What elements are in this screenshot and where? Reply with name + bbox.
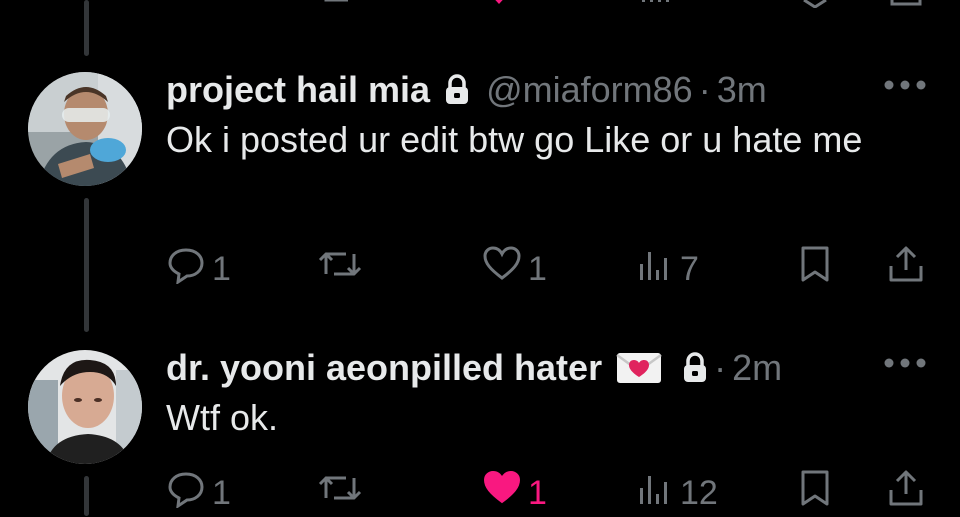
views-icon — [638, 468, 674, 517]
retweet-button[interactable] — [316, 244, 370, 293]
reply-icon — [166, 468, 206, 517]
views-button[interactable]: 12 — [638, 468, 718, 517]
separator-dot: · — [714, 347, 727, 388]
more-icon[interactable] — [882, 78, 928, 92]
bookmark-icon[interactable] — [800, 0, 830, 13]
like-count: 1 — [528, 249, 547, 288]
tweet[interactable]: project hail mia @miaform86 · 3m Ok i po… — [0, 68, 960, 308]
previous-tweet-actions — [0, 0, 960, 9]
timestamp[interactable]: 3m — [717, 70, 767, 110]
reply-count: 1 — [212, 249, 231, 288]
heart-icon[interactable] — [484, 0, 514, 13]
tweet-header: project hail mia @miaform86 · 3m — [166, 70, 767, 110]
lock-icon — [444, 74, 470, 106]
share-icon — [886, 468, 926, 517]
views-count: 12 — [680, 473, 718, 512]
like-count: 1 — [528, 473, 547, 512]
tweet-text: Wtf ok. — [166, 397, 279, 438]
views-count: 7 — [680, 249, 699, 288]
avatar[interactable] — [28, 72, 142, 186]
avatar[interactable] — [28, 350, 142, 464]
retweet-icon[interactable] — [318, 0, 364, 13]
tweet[interactable]: dr. yooni aeonpilled hater · 2m Wtf ok. — [0, 346, 960, 516]
display-name[interactable]: project hail mia — [166, 70, 430, 110]
reply-button[interactable]: 1 — [166, 468, 231, 517]
reply-button[interactable]: 1 — [166, 244, 231, 293]
bookmark-button[interactable] — [798, 244, 832, 293]
user-handle[interactable]: @miaform86 — [486, 70, 693, 110]
retweet-icon — [316, 244, 364, 293]
lock-icon — [682, 352, 708, 384]
share-icon[interactable] — [888, 0, 924, 13]
display-name[interactable]: dr. yooni aeonpilled hater — [166, 348, 602, 388]
tweet-actions: 1 1 7 — [0, 244, 960, 288]
reply-icon — [166, 244, 206, 293]
like-button[interactable]: 1 — [482, 244, 547, 293]
bookmark-button[interactable] — [798, 468, 832, 517]
views-button[interactable]: 7 — [638, 244, 699, 293]
retweet-icon — [316, 468, 364, 517]
share-button[interactable] — [886, 468, 926, 517]
views-icon[interactable] — [640, 0, 676, 13]
tweet-text: Ok i posted ur edit btw go Like or u hat… — [166, 119, 863, 160]
share-icon — [886, 244, 926, 293]
reply-count: 1 — [212, 473, 231, 512]
views-icon — [638, 244, 674, 293]
retweet-button[interactable] — [316, 468, 370, 517]
like-button[interactable]: 1 — [482, 468, 547, 517]
bookmark-icon — [798, 468, 832, 517]
separator-dot: · — [698, 69, 711, 110]
thread-line-top — [84, 0, 89, 56]
love-letter-icon — [616, 351, 662, 385]
heart-icon — [482, 468, 522, 517]
bookmark-icon — [798, 244, 832, 293]
timestamp[interactable]: 2m — [732, 348, 782, 388]
heart-icon — [482, 244, 522, 293]
more-icon[interactable] — [882, 356, 928, 370]
share-button[interactable] — [886, 244, 926, 293]
tweet-header: dr. yooni aeonpilled hater · 2m — [166, 348, 782, 388]
tweet-actions: 1 1 12 — [0, 468, 960, 512]
